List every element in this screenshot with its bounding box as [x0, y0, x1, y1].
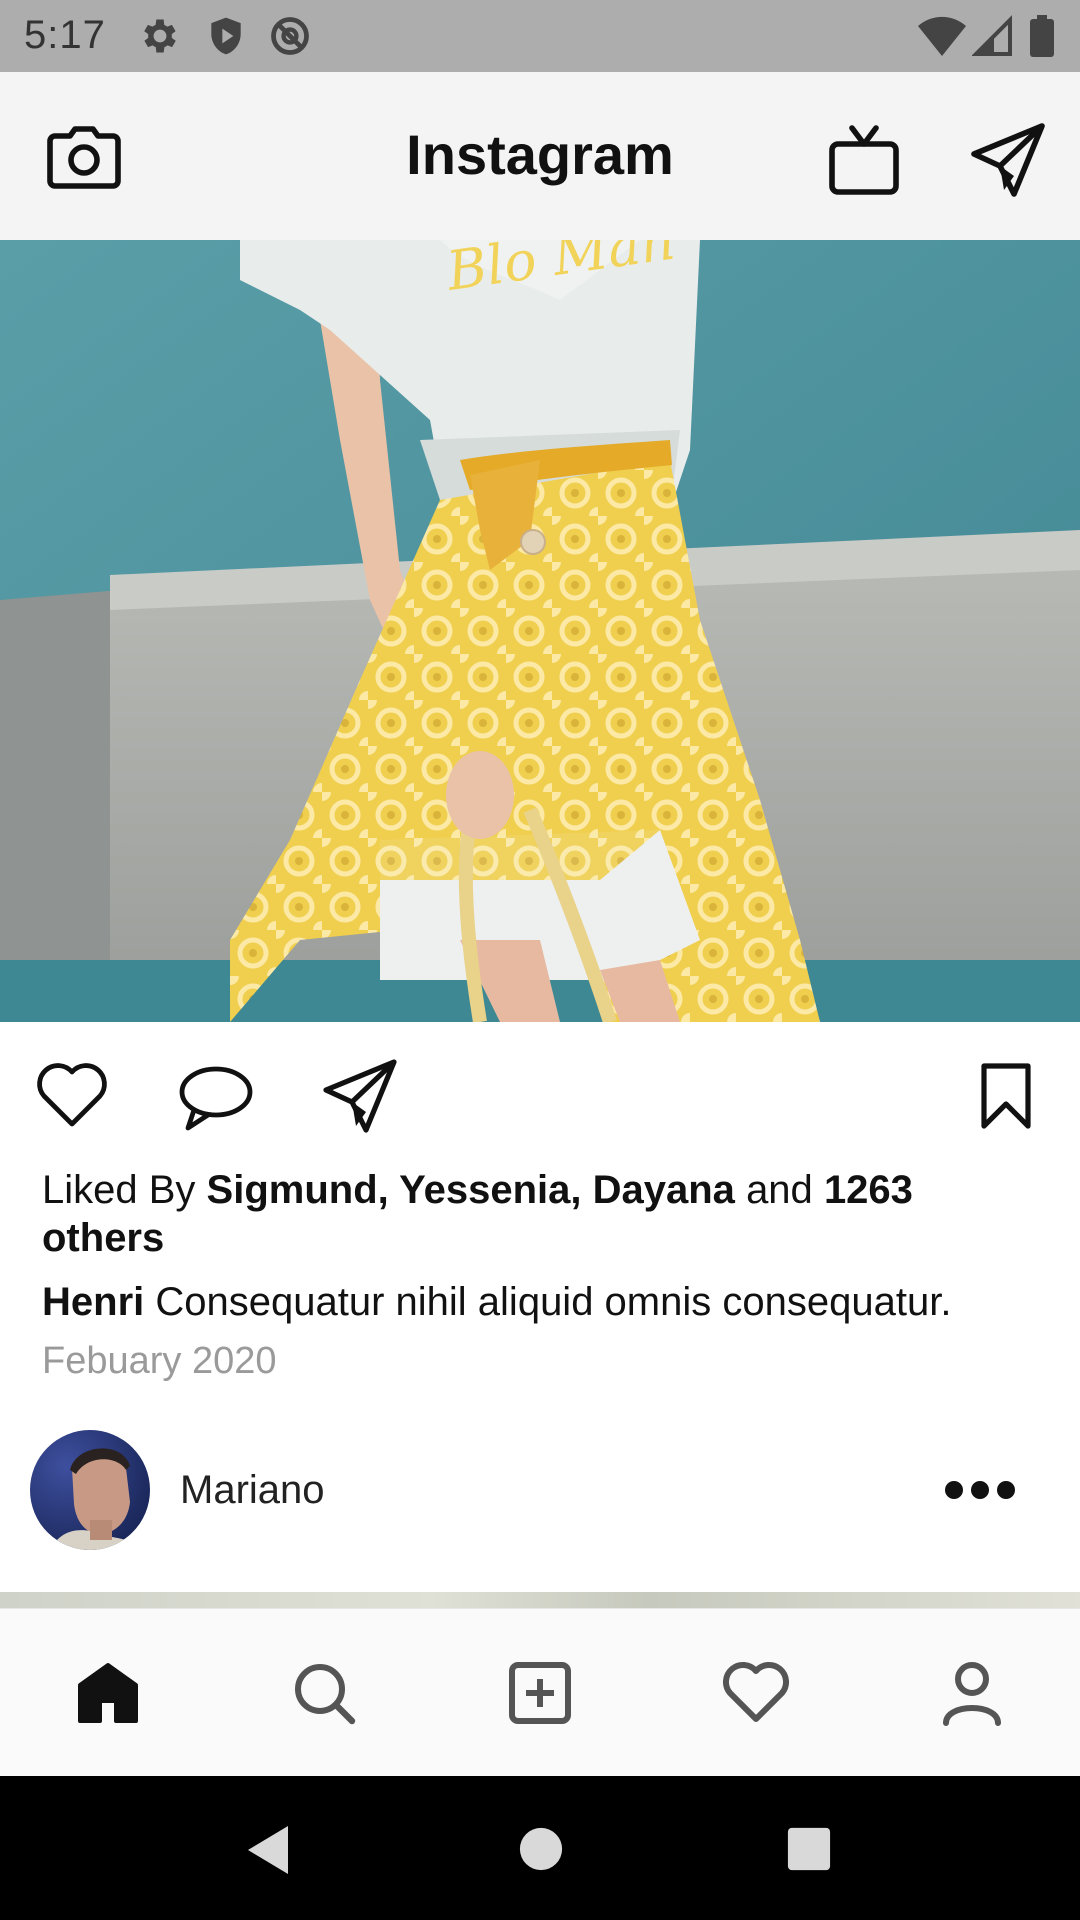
likes-summary: Liked By Sigmund, Yessenia, Dayana and 1… [42, 1166, 1042, 1262]
no-sync-icon [271, 17, 309, 55]
system-navigation-bar [0, 1776, 1080, 1920]
post-date: Febuary 2020 [42, 1340, 277, 1382]
wifi-icon [918, 16, 966, 56]
settings-gear-icon [144, 19, 176, 53]
more-options-icon[interactable] [944, 1472, 1016, 1508]
direct-message-icon[interactable] [970, 122, 1046, 198]
username[interactable]: Mariano [180, 1468, 325, 1513]
next-post-photo[interactable] [0, 1592, 1080, 1608]
status-time: 5:17 [24, 13, 106, 57]
share-icon[interactable] [322, 1058, 398, 1134]
post-photo[interactable]: Blo Man [0, 240, 1080, 1022]
next-post-header: Mariano [0, 1420, 1080, 1560]
add-post-icon[interactable] [506, 1659, 574, 1727]
like-heart-icon[interactable] [34, 1060, 110, 1128]
likes-prefix: Liked By [42, 1168, 196, 1212]
battery-icon [1030, 15, 1054, 57]
avatar[interactable] [30, 1430, 150, 1550]
bottom-tab-bar [0, 1608, 1080, 1776]
caption: Henri Consequatur nihil aliquid omnis co… [42, 1278, 1052, 1326]
app-header: Instagram [0, 72, 1080, 240]
likes-and: and [746, 1168, 813, 1212]
search-icon[interactable] [290, 1659, 358, 1727]
caption-text: Consequatur nihil aliquid omnis consequa… [155, 1280, 952, 1324]
liked-by-names[interactable]: Sigmund, Yessenia, Dayana [207, 1168, 735, 1212]
comment-icon[interactable] [178, 1064, 254, 1132]
activity-heart-icon[interactable] [722, 1659, 790, 1727]
bookmark-icon[interactable] [978, 1062, 1034, 1130]
home-icon[interactable] [74, 1659, 142, 1727]
app-title: Instagram [406, 123, 674, 186]
status-bar: 5:17 [0, 0, 1080, 72]
back-icon[interactable] [244, 1824, 292, 1876]
igtv-icon[interactable] [828, 124, 900, 196]
home-button-icon[interactable] [518, 1826, 564, 1872]
caption-author[interactable]: Henri [42, 1280, 144, 1324]
shield-play-icon [211, 17, 241, 55]
profile-icon[interactable] [938, 1659, 1006, 1727]
signal-icon [972, 15, 1012, 56]
recents-icon[interactable] [786, 1826, 832, 1872]
